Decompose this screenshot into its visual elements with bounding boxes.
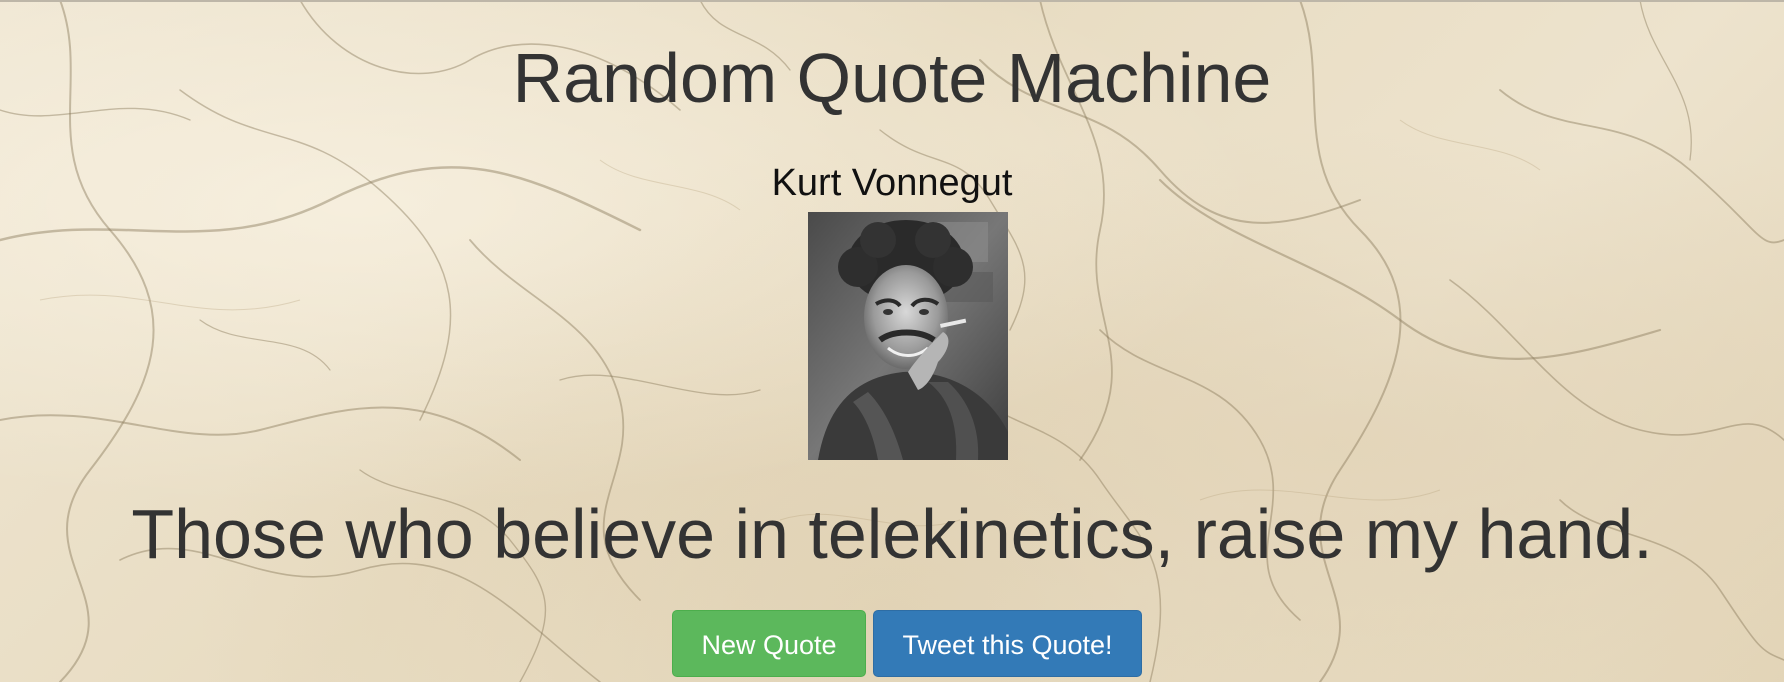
- quote-text: Those who believe in telekinetics, raise…: [131, 495, 1653, 573]
- quote-author: Kurt Vonnegut: [771, 162, 1013, 204]
- author-portrait: [808, 212, 1008, 460]
- page-title: Random Quote Machine: [512, 39, 1272, 117]
- tweet-quote-button[interactable]: Tweet this Quote!: [873, 610, 1142, 677]
- top-border: [0, 0, 1784, 2]
- portrait-photo: [808, 212, 1008, 460]
- new-quote-button[interactable]: New Quote: [672, 610, 866, 677]
